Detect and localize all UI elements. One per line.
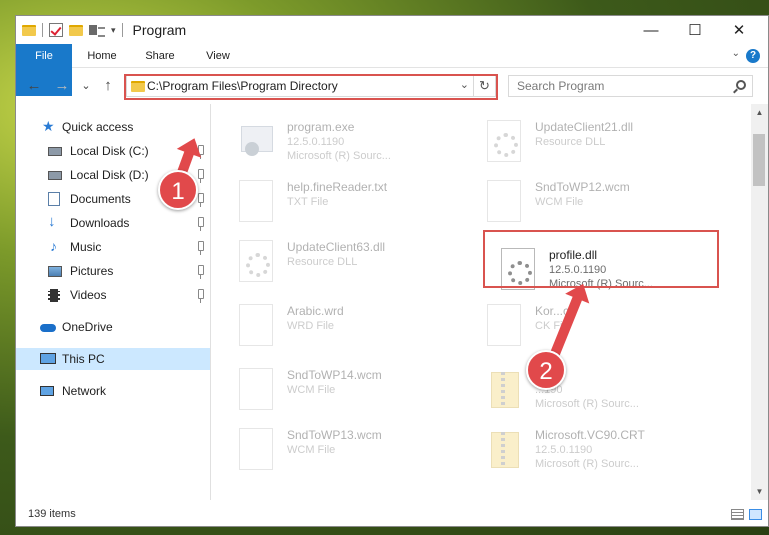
document-file-icon xyxy=(239,180,273,222)
list-item[interactable]: help.fineReader.txt TXT File xyxy=(239,176,469,228)
list-item[interactable]: program.exe 12.5.0.1190 Microsoft (R) So… xyxy=(239,116,469,168)
document-file-icon xyxy=(239,428,273,470)
drive-icon xyxy=(48,147,62,156)
sidebar-item-music[interactable]: ♪ Music xyxy=(16,236,210,258)
pin-icon[interactable] xyxy=(198,217,204,231)
status-bar: 139 items xyxy=(16,504,768,526)
scroll-up-icon[interactable]: ▲ xyxy=(751,104,768,121)
search-icon xyxy=(736,80,746,90)
tab-view[interactable]: View xyxy=(196,44,240,68)
folder-icon xyxy=(22,24,36,36)
sidebar-item-onedrive[interactable]: OneDrive xyxy=(16,316,210,338)
scroll-thumb[interactable] xyxy=(753,134,765,186)
list-item[interactable]: Kor...ck CK File xyxy=(487,300,717,352)
forward-button[interactable]: → xyxy=(52,76,72,96)
sidebar-item-videos[interactable]: Videos xyxy=(16,284,210,306)
item-count: 139 items xyxy=(28,508,76,520)
step-1-badge: 1 xyxy=(158,170,198,210)
dll-file-icon xyxy=(487,120,521,162)
pin-icon[interactable] xyxy=(198,241,204,255)
document-file-icon xyxy=(239,368,273,410)
archive-file-icon xyxy=(487,428,521,470)
list-item[interactable]: SndToWP13.wcm WCM File xyxy=(239,424,469,476)
archive-file-icon xyxy=(487,368,521,410)
dll-file-icon xyxy=(239,240,273,282)
document-file-icon xyxy=(239,304,273,346)
maximize-button[interactable]: ☐ xyxy=(672,16,718,44)
pin-icon[interactable] xyxy=(198,289,204,303)
list-item[interactable]: UpdateClient63.dll Resource DLL xyxy=(239,236,469,288)
sidebar-item-downloads[interactable]: ↓ Downloads xyxy=(16,212,210,234)
document-file-icon xyxy=(487,180,521,222)
scroll-down-icon[interactable]: ▼ xyxy=(751,483,768,500)
back-button[interactable]: ← xyxy=(24,76,44,96)
cloud-icon xyxy=(40,324,56,332)
close-button[interactable]: ✕ xyxy=(716,16,762,44)
list-item[interactable]: SndToWP14.wcm WCM File xyxy=(239,364,469,416)
pin-icon[interactable] xyxy=(198,193,204,207)
videos-icon xyxy=(48,289,60,302)
sidebar-item-network[interactable]: Network xyxy=(16,380,210,402)
title-bar: ▾ Program — ☐ ✕ xyxy=(16,16,768,44)
star-icon: ★ xyxy=(42,118,55,134)
search-input[interactable]: Search Program xyxy=(517,79,604,93)
step-2-badge: 2 xyxy=(526,350,566,390)
document-file-icon xyxy=(487,304,521,346)
vertical-scrollbar[interactable]: ▲ ▼ xyxy=(751,104,768,500)
pictures-icon xyxy=(48,266,62,277)
tab-share[interactable]: Share xyxy=(138,44,182,68)
address-bar-highlight xyxy=(124,74,498,100)
up-button[interactable]: ↑ xyxy=(98,76,118,96)
network-icon xyxy=(40,386,54,396)
ribbon: File Home Share View ⌄ ? xyxy=(16,44,768,96)
new-folder-icon[interactable] xyxy=(69,24,83,36)
sidebar-item-this-pc[interactable]: This PC xyxy=(16,348,210,370)
quick-access-toolbar: ▾ Program xyxy=(22,21,186,39)
list-item[interactable]: UpdateClient21.dll Resource DLL xyxy=(487,116,717,168)
list-item[interactable]: Arabic.wrd WRD File xyxy=(239,300,469,352)
file-list: program.exe 12.5.0.1190 Microsoft (R) So… xyxy=(211,104,749,500)
help-icon[interactable]: ? xyxy=(746,49,760,63)
computer-icon xyxy=(40,353,56,364)
drive-icon xyxy=(48,171,62,180)
recent-locations-button[interactable]: ⌄ xyxy=(76,76,96,96)
qat-dropdown-icon[interactable]: ▾ xyxy=(111,25,116,36)
customize-icon[interactable] xyxy=(89,24,105,37)
exe-file-icon xyxy=(239,120,273,162)
download-icon: ↓ xyxy=(48,213,56,230)
music-icon: ♪ xyxy=(50,238,57,254)
pin-icon[interactable] xyxy=(198,169,204,183)
window-title: Program xyxy=(132,22,187,38)
list-item[interactable]: ...190 Microsoft (R) Sourc... xyxy=(487,364,717,416)
sidebar-item-pictures[interactable]: Pictures xyxy=(16,260,210,282)
tab-home[interactable]: Home xyxy=(80,44,124,68)
expand-ribbon-icon[interactable]: ⌄ xyxy=(732,48,740,59)
details-view-icon[interactable] xyxy=(731,509,744,520)
minimize-button[interactable]: — xyxy=(628,16,674,44)
documents-icon xyxy=(48,192,60,206)
pin-icon[interactable] xyxy=(198,265,204,279)
list-item[interactable]: SndToWP12.wcm WCM File xyxy=(487,176,717,228)
list-item[interactable]: Microsoft.VC90.CRT 12.5.0.1190 Microsoft… xyxy=(487,424,717,476)
properties-check-icon[interactable] xyxy=(49,23,63,37)
search-box[interactable]: Search Program xyxy=(508,75,753,97)
large-icons-view-icon[interactable] xyxy=(749,509,762,520)
profile-dll-highlight xyxy=(483,230,719,288)
